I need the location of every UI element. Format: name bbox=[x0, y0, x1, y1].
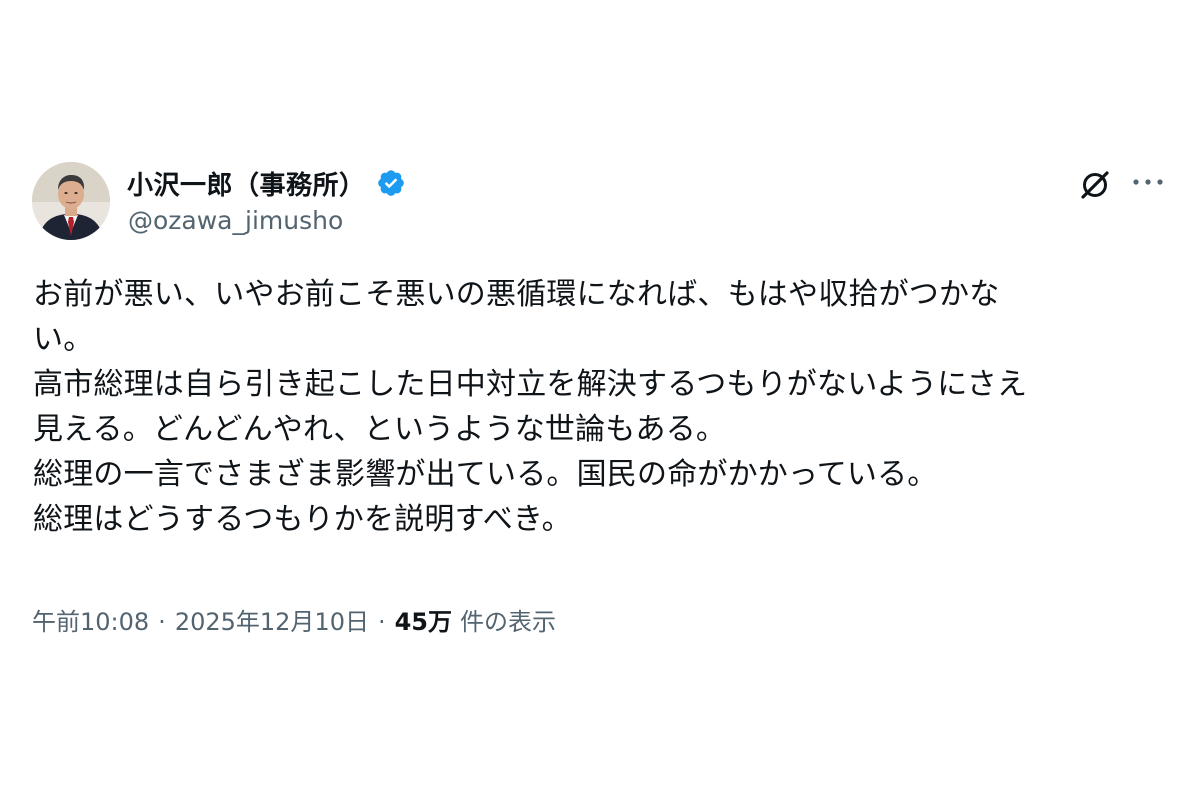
verified-badge-icon[interactable] bbox=[376, 168, 406, 198]
tweet-text-line: 見える。どんどんやれ、というような世論もある。 bbox=[33, 412, 727, 447]
grok-icon[interactable] bbox=[1076, 166, 1114, 204]
display-name[interactable]: 小沢一郎（事務所） bbox=[127, 165, 366, 202]
tweet-text-line: お前が悪い、いやお前こそ悪いの悪循環になれば、もはや収拾がつかな bbox=[33, 277, 1000, 312]
tweet-text-line: 総理の一言でさまざま影響が出ている。国民の命がかかっている。 bbox=[33, 457, 938, 492]
tweet-text: お前が悪い、いやお前こそ悪いの悪循環になれば、もはや収拾がつかな い。 高市総理… bbox=[33, 272, 1173, 542]
meta-separator: · bbox=[377, 608, 386, 636]
profile-photo bbox=[32, 162, 110, 240]
tweet-text-line: い。 bbox=[33, 322, 94, 357]
tweet-text-line: 高市総理は自ら引き起こした日中対立を解決するつもりがないようにさえ bbox=[33, 367, 1028, 402]
views-count[interactable]: 45万 bbox=[395, 602, 452, 637]
more-dots-icon[interactable] bbox=[1128, 166, 1168, 198]
author-handle[interactable]: @ozawa_jimusho bbox=[128, 206, 343, 235]
tweet-time[interactable]: 午前10:08 bbox=[32, 602, 149, 637]
tweet-meta: 午前10:08 · 2025年12月10日 · 45万 件の表示 bbox=[32, 602, 556, 637]
tweet-card: 小沢一郎（事務所） @ozawa_jimusho お前が悪い、いやお前こそ悪いの… bbox=[0, 0, 1200, 800]
tweet-date[interactable]: 2025年12月10日 bbox=[175, 602, 369, 637]
avatar[interactable] bbox=[32, 162, 110, 240]
meta-separator: · bbox=[158, 608, 166, 636]
author-name-row: 小沢一郎（事務所） bbox=[127, 163, 406, 203]
tweet-text-line: 総理はどうするつもりかを説明すべき。 bbox=[33, 502, 572, 537]
views-label[interactable]: 件の表示 bbox=[460, 602, 556, 637]
